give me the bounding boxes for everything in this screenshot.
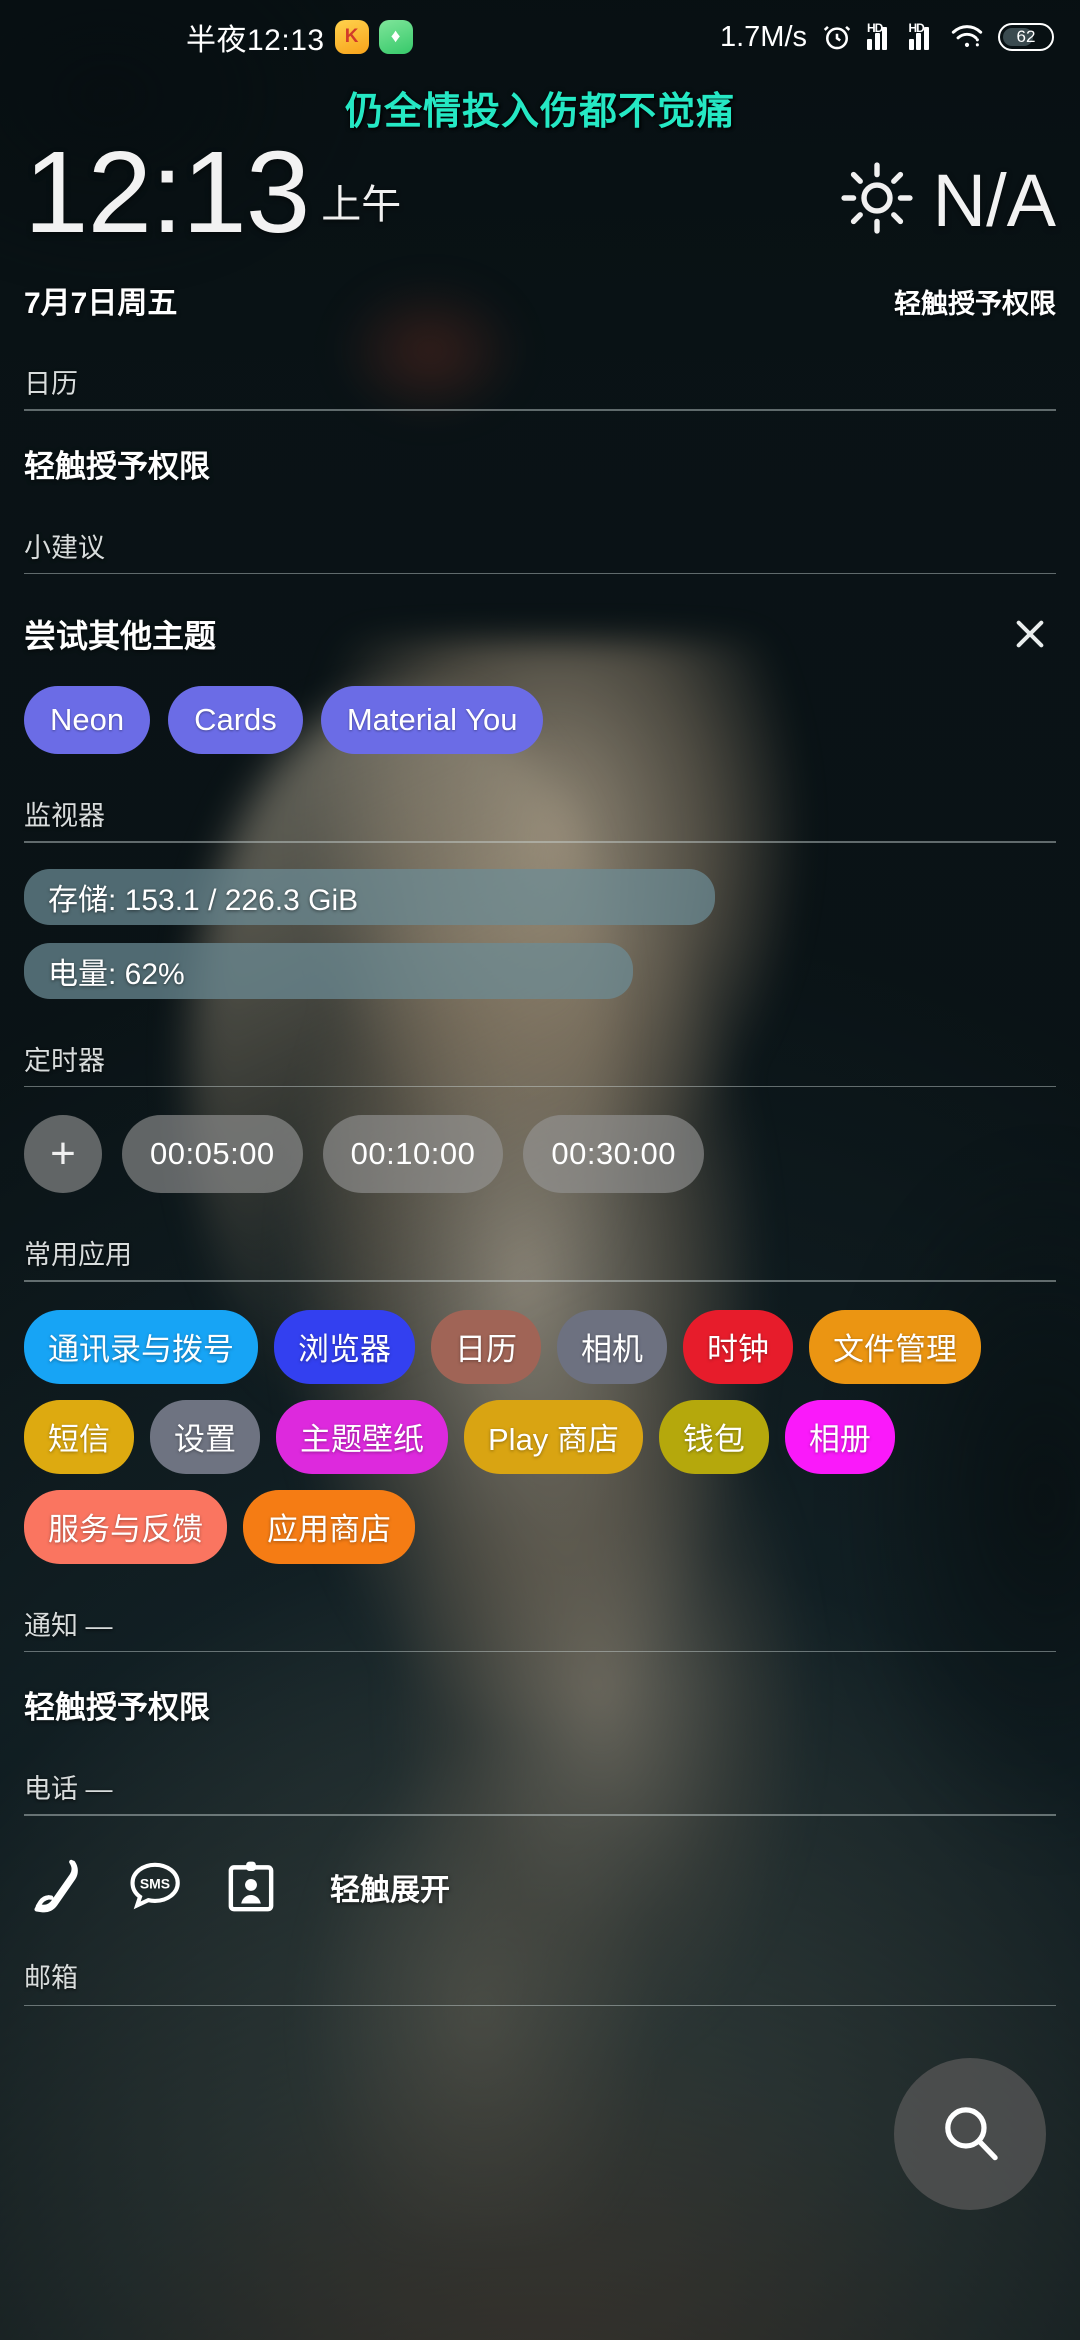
clock-row: 12:13 上午 N/A <box>24 134 1056 250</box>
calendar-permission-row[interactable]: 轻触授予权限 <box>24 441 1056 486</box>
suggestions-section-title: 小建议 <box>24 532 105 563</box>
monitor-section: 监视器 <box>24 794 1056 843</box>
status-bar-clock: 半夜12:13 <box>186 24 325 57</box>
clock-meridiem: 上午 <box>321 183 402 227</box>
calendar-permission-hint[interactable]: 轻触授予权限 <box>894 282 1056 321</box>
wifi-icon <box>950 23 984 51</box>
status-bar-left: 半夜12:13 K ♦ <box>186 15 413 59</box>
suggestions-section: 小建议 <box>24 526 1056 574</box>
mail-section-title: 邮箱 <box>24 1962 78 1993</box>
theme-chip[interactable]: Cards <box>168 686 303 754</box>
app-chip[interactable]: 浏览器 <box>274 1309 415 1384</box>
mail-section: 邮箱 <box>24 1956 1056 2006</box>
app-chip[interactable]: 短信 <box>24 1399 134 1474</box>
notifications-section-title: 通知 — <box>24 1610 113 1641</box>
suggestion-title: 尝试其他主题 <box>24 618 217 654</box>
phone-action-row: SMS 轻触展开 <box>24 1852 1056 1922</box>
phone-section-title: 电话 — <box>24 1774 113 1804</box>
hd-label-sim1: HD <box>867 21 883 35</box>
add-timer-button[interactable]: + <box>24 1115 102 1193</box>
phone-icon[interactable] <box>24 1852 94 1922</box>
divider <box>24 1650 1056 1652</box>
date-row: 7月7日周五 轻触授予权限 <box>24 278 1056 322</box>
contact-card-icon[interactable] <box>216 1852 286 1922</box>
timer-preset-chip[interactable]: 00:10:00 <box>322 1115 504 1193</box>
monitor-section-title: 监视器 <box>24 801 105 831</box>
svg-text:SMS: SMS <box>140 1875 170 1891</box>
app-chip[interactable]: 应用商店 <box>243 1489 415 1564</box>
status-bar-right: 1.7M/s HD HD 62 <box>720 21 1054 54</box>
app-chip[interactable]: 设置 <box>150 1399 260 1474</box>
security-app-badge-icon: ♦ <box>378 20 413 54</box>
signal-icon-sim1: HD <box>867 21 895 50</box>
sun-icon <box>839 160 915 241</box>
status-bar[interactable]: 半夜12:13 K ♦ 1.7M/s HD HD 62 <box>0 0 1080 74</box>
calendar-section-title: 日历 <box>24 369 78 399</box>
close-icon[interactable] <box>1004 608 1056 660</box>
theme-chip-list: Neon Cards Material You <box>24 686 1056 754</box>
notifications-permission-row[interactable]: 轻触授予权限 <box>24 1682 1056 1727</box>
app-chip[interactable]: 相机 <box>557 1309 667 1384</box>
expand-hint-label[interactable]: 轻触展开 <box>330 1865 450 1909</box>
timer-section-title: 定时器 <box>24 1045 105 1076</box>
weather-widget[interactable]: N/A <box>839 140 1056 243</box>
divider <box>24 1280 1056 1282</box>
weather-temperature: N/A <box>932 159 1056 242</box>
notifications-section: 通知 — <box>24 1604 1056 1652</box>
suggestion-card-header: 尝试其他主题 <box>24 608 1056 660</box>
app-chip[interactable]: 相册 <box>784 1399 895 1474</box>
monitor-bar-list: 存储: 153.1 / 226.3 GiB 电量: 62% <box>24 868 1056 999</box>
app-chip[interactable]: 主题壁纸 <box>276 1399 448 1474</box>
timer-section: 定时器 <box>24 1039 1056 1087</box>
phone-section: 电话 — <box>24 1767 1056 1816</box>
app-chip[interactable]: 时钟 <box>683 1309 793 1384</box>
theme-chip[interactable]: Material You <box>320 686 544 754</box>
launcher-content: 12:13 上午 N/A 7月7日周五 轻触授予权限 日历 轻触授予权限 小建议… <box>0 0 1080 2340</box>
alarm-icon <box>821 21 853 53</box>
signal-icon-sim2: HD <box>908 21 937 50</box>
app-chip[interactable]: 日历 <box>431 1309 541 1384</box>
hd-label-sim2: HD <box>908 21 925 35</box>
sms-icon[interactable]: SMS <box>120 1852 190 1922</box>
launcher-screen: 半夜12:13 K ♦ 1.7M/s HD HD 62 仍全情投入伤都不觉痛 1… <box>0 0 1080 2340</box>
network-speed-label: 1.7M/s <box>719 20 807 53</box>
music-app-badge-icon: K <box>334 20 369 54</box>
monitor-bar[interactable]: 存储: 153.1 / 226.3 GiB <box>24 868 716 925</box>
apps-section-title: 常用应用 <box>24 1240 132 1270</box>
divider <box>24 572 1056 574</box>
divider <box>24 1085 1056 1087</box>
divider <box>24 1814 1056 1816</box>
timer-preset-list: 00:05:00 00:10:00 00:30:00 <box>122 1115 705 1193</box>
divider <box>24 2004 1056 2006</box>
divider <box>24 409 1056 411</box>
battery-icon: 62 <box>998 23 1054 51</box>
timer-preset-chip[interactable]: 00:05:00 <box>122 1115 303 1193</box>
lyrics-overlay: 仍全情投入伤都不觉痛 <box>344 91 735 133</box>
apps-section: 常用应用 <box>24 1233 1056 1282</box>
app-chip-list: 通讯录与拨号 浏览器 日历 相机 时钟 文件管理短信 设置 主题壁纸 Play 商店 钱包 相册服务… <box>24 1309 1056 1564</box>
app-chip[interactable]: 钱包 <box>658 1399 769 1474</box>
divider <box>24 841 1056 843</box>
app-chip[interactable]: Play 商店 <box>464 1399 643 1474</box>
timer-list: + 00:05:00 00:10:00 00:30:00 <box>24 1115 1056 1193</box>
app-chip[interactable]: 文件管理 <box>809 1309 981 1384</box>
calendar-section: 日历 <box>24 362 1056 411</box>
clock-time[interactable]: 12:13 <box>24 134 310 250</box>
timer-preset-chip[interactable]: 00:30:00 <box>523 1115 705 1193</box>
battery-level-label: 62 <box>1016 27 1036 46</box>
app-chip[interactable]: 通讯录与拨号 <box>24 1309 258 1384</box>
app-chip[interactable]: 服务与反馈 <box>24 1489 227 1564</box>
date-label[interactable]: 7月7日周五 <box>24 278 177 322</box>
monitor-bar[interactable]: 电量: 62% <box>24 942 633 999</box>
theme-chip[interactable]: Neon <box>24 686 151 754</box>
